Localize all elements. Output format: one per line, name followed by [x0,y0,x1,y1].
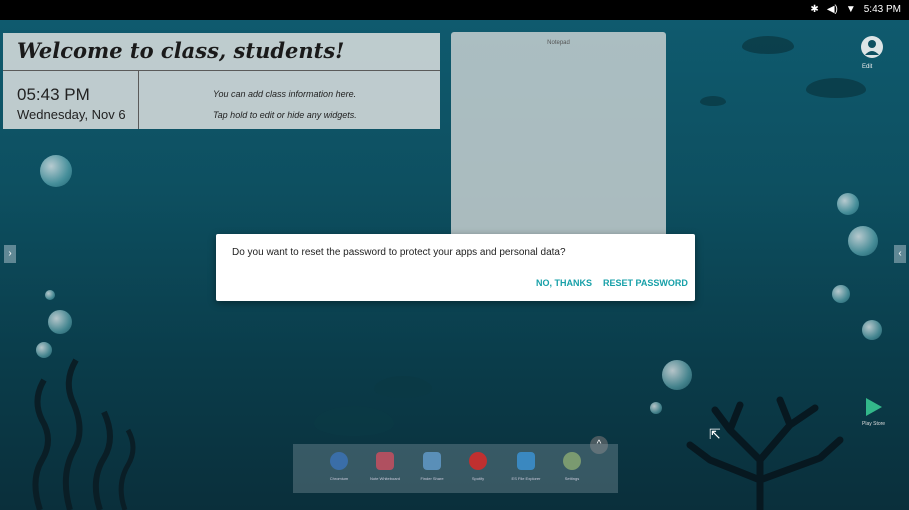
file-explorer-icon [517,452,535,470]
widget-divider [3,70,440,71]
notepad-title: Notepad [547,40,570,46]
dock-app-es-file-explorer[interactable]: ES File Explorer [504,452,548,481]
bubble-decoration [650,402,662,414]
reset-password-button[interactable]: RESET PASSWORD [603,278,688,288]
seaweed-decoration [32,358,136,510]
dock-app-whiteboard[interactable]: Note Whiteboard [363,452,407,481]
whiteboard-icon [376,452,394,470]
chromium-icon [330,452,348,470]
status-bar: ✱ ◀) ▼ 5:43 PM [0,0,909,20]
bubble-decoration [848,226,878,256]
bubble-decoration [862,320,882,340]
mouse-cursor-icon: ⇱ [709,426,721,442]
wifi-icon: ▼ [845,4,856,15]
play-store-label: Play Store [862,421,886,427]
bubble-decoration [837,193,859,215]
fish-decoration [314,406,394,436]
welcome-widget[interactable]: Welcome to class, students! 05:43 PM Wed… [3,33,440,129]
dock-app-spotify[interactable]: Spotify [456,452,500,481]
coral-decoration [686,396,844,510]
avatar-label: Edit [862,64,873,70]
bubble-decoration [45,290,55,300]
bubble-decoration [48,310,72,334]
android-home-screen: ✱ ◀) ▼ 5:43 PM › ‹ Welcome to class, stu… [0,0,909,510]
widget-divider [138,71,139,129]
app-dock: Chromium Note Whiteboard Finder Share Sp… [293,444,618,493]
right-edge-handle[interactable]: ‹ [894,245,906,263]
fish-decoration [742,36,794,54]
reset-password-dialog: Do you want to reset the password to pro… [216,234,695,301]
fish-decoration [700,96,726,106]
clock-date: Wednesday, Nov 6 [17,107,126,122]
clock-time: 05:43 PM [17,85,90,104]
gear-icon [563,452,581,470]
left-edge-handle[interactable]: › [4,245,16,263]
dialog-message: Do you want to reset the password to pro… [232,247,566,258]
bubble-decoration [832,285,850,303]
volume-icon: ◀) [826,4,838,15]
person-icon [865,40,879,55]
bluetooth-icon: ✱ [810,4,819,15]
dock-app-chromium[interactable]: Chromium [317,452,361,481]
widget-hint-text: Tap hold to edit or hide any widgets. [213,110,357,120]
bubble-decoration [662,360,692,390]
no-thanks-button[interactable]: NO, THANKS [536,278,592,288]
play-store-icon[interactable] [866,398,882,416]
fish-decoration [806,78,866,98]
dock-app-finder-share[interactable]: Finder Share [410,452,454,481]
share-icon [423,452,441,470]
notepad-widget[interactable]: Notepad [451,32,666,242]
class-info-text: You can add class information here. [213,89,357,99]
fish-decoration [374,376,432,398]
bubble-decoration [40,155,72,187]
status-time: 5:43 PM [863,4,901,15]
welcome-title: Welcome to class, students! [17,38,345,63]
record-icon [469,452,487,470]
dock-app-settings[interactable]: Settings [550,452,594,481]
avatar[interactable] [861,36,883,58]
